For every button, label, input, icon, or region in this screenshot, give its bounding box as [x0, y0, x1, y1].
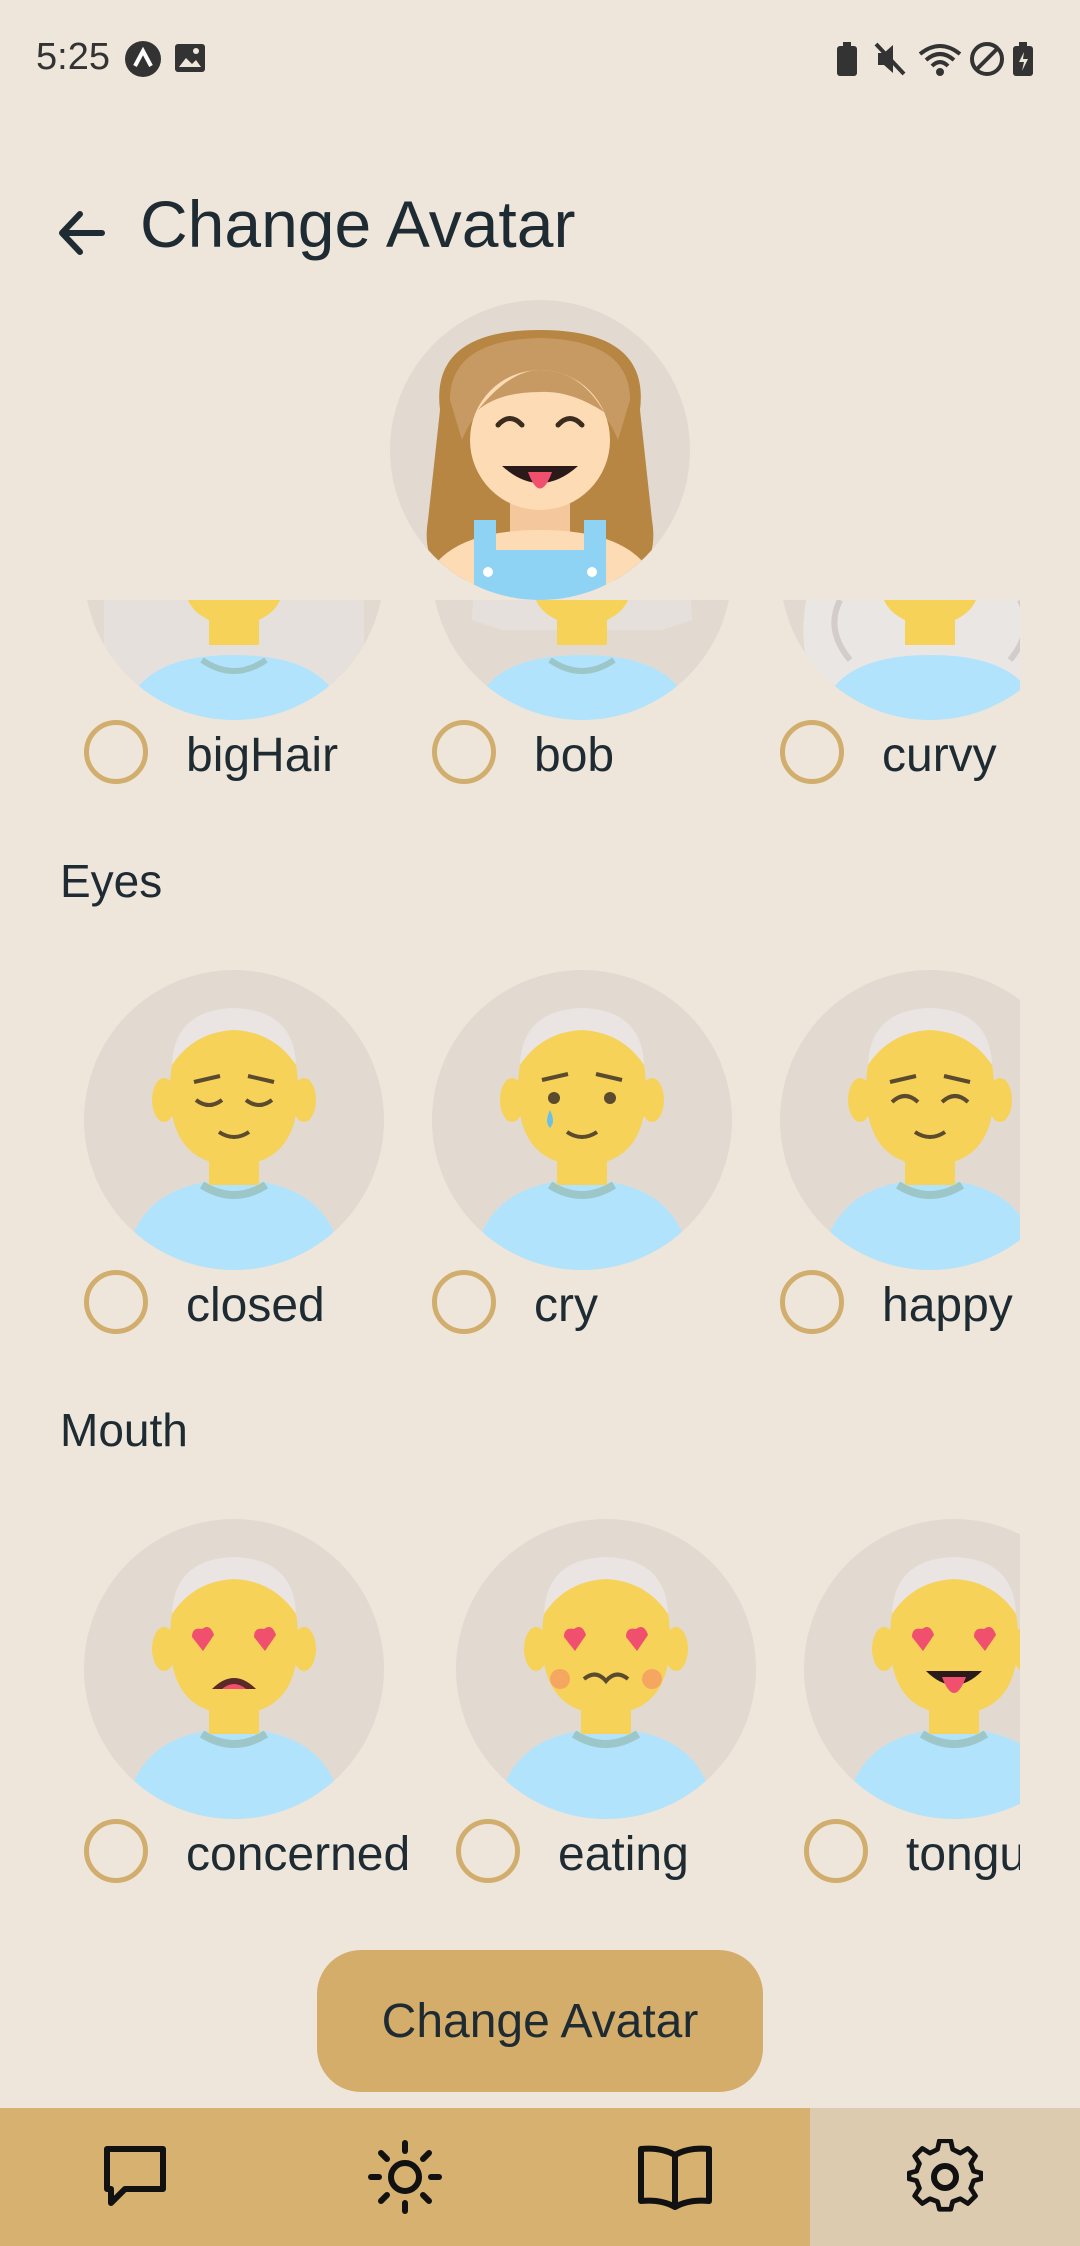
hair-curvy-label: curvy — [882, 729, 997, 782]
sun-icon — [368, 2140, 442, 2214]
book-icon — [638, 2145, 712, 2210]
mouth-concerned-radio[interactable] — [84, 1819, 148, 1883]
mouth-concerned-label: concerned — [186, 1828, 411, 1881]
hair-bighair-radio[interactable] — [84, 720, 148, 784]
app-notification-icon — [125, 41, 161, 77]
eyes-happy-label: happy — [882, 1279, 1013, 1332]
page-title: Change Avatar — [140, 187, 576, 261]
mouth-tongue-thumbnail[interactable] — [804, 1519, 1020, 1819]
hair-curvy-thumbnail[interactable] — [780, 600, 1020, 720]
eyes-cry-radio[interactable] — [432, 1270, 496, 1334]
eyes-section: Eyes closed cry happy — [0, 840, 1080, 1350]
avatar-preview — [390, 300, 690, 600]
mouth-eating-radio[interactable] — [456, 1819, 520, 1883]
nav-item-daily[interactable] — [270, 2108, 540, 2246]
wifi-icon — [918, 44, 962, 76]
mouth-tongue-radio[interactable] — [804, 1819, 868, 1883]
mouth-options-row[interactable]: concerned eating tongue — [84, 1519, 1020, 1899]
eyes-closed-label: closed — [186, 1279, 325, 1332]
image-notification-icon — [175, 44, 205, 72]
hair-bighair-label: bigHair — [186, 729, 339, 782]
app-header: Change Avatar — [0, 170, 1080, 280]
status-time: 5:25 — [36, 36, 110, 78]
eyes-closed-radio[interactable] — [84, 1270, 148, 1334]
eyes-section-title: Eyes — [60, 855, 163, 907]
battery-saver-icon — [837, 42, 857, 76]
status-bar: 5:25 — [0, 0, 1080, 120]
mouth-concerned-thumbnail[interactable] — [84, 1519, 384, 1819]
mouth-eating-label: eating — [558, 1828, 689, 1881]
nav-item-settings[interactable] — [810, 2108, 1080, 2246]
avatar-preview-image — [420, 330, 660, 600]
mouth-tongue-label: tongue — [906, 1828, 1020, 1881]
back-arrow-icon[interactable] — [48, 198, 118, 268]
hair-bob-radio[interactable] — [432, 720, 496, 784]
change-avatar-button[interactable]: Change Avatar — [317, 1950, 763, 2092]
battery-icon — [1013, 42, 1033, 76]
hair-bob-label: bob — [534, 729, 615, 782]
eyes-cry-thumbnail[interactable] — [432, 970, 732, 1270]
nav-item-chat[interactable] — [0, 2108, 270, 2246]
hair-options-row[interactable]: bigHair bob curvy — [84, 600, 1020, 800]
do-not-disturb-icon — [970, 42, 1004, 76]
hair-curvy-radio[interactable] — [780, 720, 844, 784]
mouth-section-title: Mouth — [60, 1404, 188, 1456]
eyes-options-row[interactable]: closed cry happy — [84, 970, 1020, 1350]
eyes-closed-thumbnail[interactable] — [84, 970, 384, 1270]
hair-section: bigHair bob curvy — [0, 600, 1080, 800]
eyes-cry-label: cry — [534, 1279, 598, 1332]
mute-icon — [874, 42, 906, 76]
hair-bighair-thumbnail[interactable] — [84, 600, 384, 720]
eyes-happy-thumbnail[interactable] — [780, 970, 1020, 1270]
mouth-section: Mouth concerned eating tongue — [0, 1389, 1080, 1899]
gear-icon — [907, 2139, 983, 2212]
mouth-eating-thumbnail[interactable] — [456, 1519, 756, 1819]
nav-item-library[interactable] — [540, 2108, 810, 2246]
eyes-happy-radio[interactable] — [780, 1270, 844, 1334]
chat-icon — [104, 2146, 166, 2206]
hair-bob-thumbnail[interactable] — [432, 600, 732, 720]
bottom-nav — [0, 2108, 1080, 2246]
